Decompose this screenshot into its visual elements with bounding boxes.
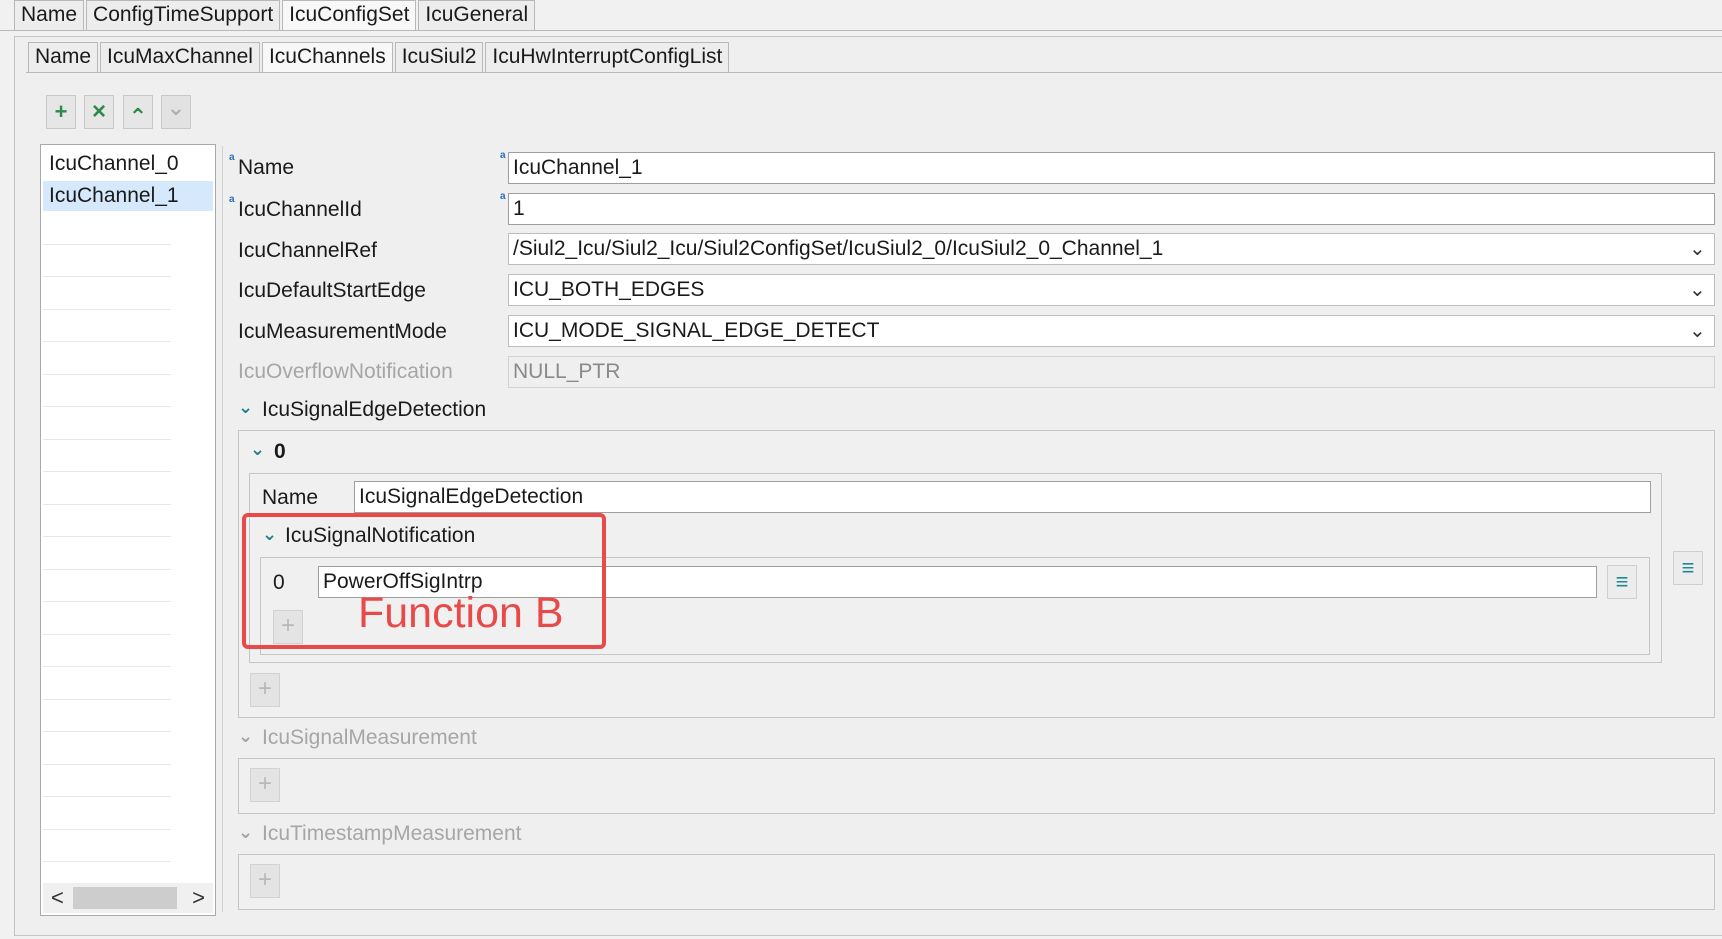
signal-measurement-section: [238, 758, 1715, 814]
plus-icon: +: [257, 866, 272, 893]
close-icon: ×: [91, 98, 106, 125]
channel-id-label: IcuChannelId: [238, 198, 362, 221]
chevron-down-icon: ⌄: [166, 95, 186, 120]
default-start-edge-label: IcuDefaultStartEdge: [238, 279, 426, 302]
list-divider: [43, 861, 171, 862]
measurement-mode-label: IcuMeasurementMode: [238, 320, 447, 343]
move-down-button[interactable]: ⌄: [161, 95, 191, 129]
signal-measurement-title: IcuSignalMeasurement: [262, 726, 477, 749]
channel-id-field[interactable]: 1: [508, 193, 1715, 225]
annotation-label: Function B: [358, 589, 564, 637]
list-divider: [43, 406, 171, 407]
list-divider: [43, 796, 171, 797]
collapse-signal-measurement-icon[interactable]: ⌄: [238, 726, 253, 747]
list-divider: [43, 276, 171, 277]
name-label: Name: [238, 156, 295, 179]
menu-icon: ≡: [1615, 569, 1629, 594]
list-divider: [43, 764, 171, 765]
timestamp-measurement-section: [238, 854, 1715, 910]
menu-icon: ≡: [1681, 555, 1695, 580]
overflow-notification-field: NULL_PTR: [508, 356, 1715, 388]
channel-ref-label: IcuChannelRef: [238, 239, 377, 262]
list-divider: [43, 309, 171, 310]
scrollbar-thumb[interactable]: [73, 887, 177, 909]
top-tab-bar: Name ConfigTimeSupport IcuConfigSet IcuG…: [14, 0, 537, 30]
add-signal-measurement-button[interactable]: +: [250, 768, 280, 802]
overflow-notification-label: IcuOverflowNotification: [238, 360, 453, 383]
sub-tab-divider: [26, 72, 1722, 73]
sub-tab-bar: Name IcuMaxChannel IcuChannels IcuSiul2 …: [28, 42, 731, 72]
list-divider: [43, 504, 171, 505]
tab-config-time-support[interactable]: ConfigTimeSupport: [86, 0, 281, 30]
channel-ref-select[interactable]: /Siul2_Icu/Siul2_Icu/Siul2ConfigSet/IcuS…: [508, 233, 1715, 265]
tab-name[interactable]: Name: [14, 0, 85, 30]
collapse-index-icon[interactable]: ⌄: [250, 439, 265, 460]
channel-list[interactable]: IcuChannel_0 IcuChannel_1 < >: [40, 144, 216, 916]
list-divider: [43, 699, 171, 700]
list-divider: [43, 244, 171, 245]
list-divider: [43, 374, 171, 375]
add-edge-detection-button[interactable]: +: [250, 673, 280, 707]
list-divider: [43, 536, 171, 537]
list-divider: [43, 634, 171, 635]
list-divider: [43, 829, 171, 830]
chevron-up-icon: ⌃: [128, 104, 148, 129]
list-divider: [43, 666, 171, 667]
chevron-down-icon[interactable]: ⌄: [1689, 318, 1706, 343]
name-field[interactable]: IcuChannel_1: [508, 152, 1715, 184]
edge-name-field[interactable]: IcuSignalEdgeDetection: [354, 481, 1651, 513]
required-marker-icon: a: [500, 150, 506, 161]
required-marker-icon: a: [229, 152, 235, 163]
list-divider: [43, 341, 171, 342]
list-item[interactable]: IcuChannel_0: [43, 149, 213, 179]
subtab-icu-channels[interactable]: IcuChannels: [261, 42, 393, 72]
tab-icu-config-set[interactable]: IcuConfigSet: [282, 0, 417, 30]
remove-channel-button[interactable]: ×: [84, 95, 114, 129]
scroll-left-icon[interactable]: <: [51, 883, 64, 913]
scroll-right-icon[interactable]: >: [192, 883, 205, 913]
list-divider: [43, 601, 171, 602]
list-item[interactable]: IcuChannel_1: [43, 181, 213, 211]
plus-icon: +: [257, 675, 272, 702]
subtab-icu-max-channel[interactable]: IcuMaxChannel: [100, 42, 260, 72]
collapse-timestamp-measurement-icon[interactable]: ⌄: [238, 822, 253, 843]
chevron-down-icon[interactable]: ⌄: [1689, 277, 1706, 302]
plus-icon: +: [54, 99, 68, 124]
horizontal-scrollbar[interactable]: < >: [43, 883, 213, 913]
required-marker-icon: a: [500, 191, 506, 202]
list-divider: [43, 439, 171, 440]
add-channel-button[interactable]: +: [46, 95, 76, 129]
edge-detection-index: 0: [274, 440, 286, 463]
list-divider: [43, 471, 171, 472]
required-marker-icon: a: [229, 194, 235, 205]
list-divider: [43, 569, 171, 570]
list-divider: [43, 731, 171, 732]
collapse-edge-detection-icon[interactable]: ⌄: [238, 397, 253, 418]
measurement-mode-select[interactable]: ICU_MODE_SIGNAL_EDGE_DETECT: [508, 315, 1715, 347]
default-start-edge-select[interactable]: ICU_BOTH_EDGES: [508, 274, 1715, 306]
edge-detection-menu-button[interactable]: ≡: [1673, 551, 1703, 585]
form-divider: [222, 146, 223, 912]
edge-name-label: Name: [262, 486, 319, 509]
tab-icu-general[interactable]: IcuGeneral: [418, 0, 536, 30]
add-timestamp-measurement-button[interactable]: +: [250, 864, 280, 898]
subtab-name[interactable]: Name: [28, 42, 99, 72]
notification-menu-button[interactable]: ≡: [1607, 565, 1637, 599]
edge-detection-title: IcuSignalEdgeDetection: [262, 398, 487, 421]
subtab-icu-siul2[interactable]: IcuSiul2: [394, 42, 484, 72]
move-up-button[interactable]: ⌃: [123, 95, 153, 129]
timestamp-measurement-title: IcuTimestampMeasurement: [262, 822, 522, 845]
subtab-icu-hw-interrupt-config-list[interactable]: IcuHwInterruptConfigList: [485, 42, 730, 72]
plus-icon: +: [257, 770, 272, 797]
chevron-down-icon[interactable]: ⌄: [1689, 236, 1706, 261]
top-tab-divider: [0, 30, 1722, 31]
